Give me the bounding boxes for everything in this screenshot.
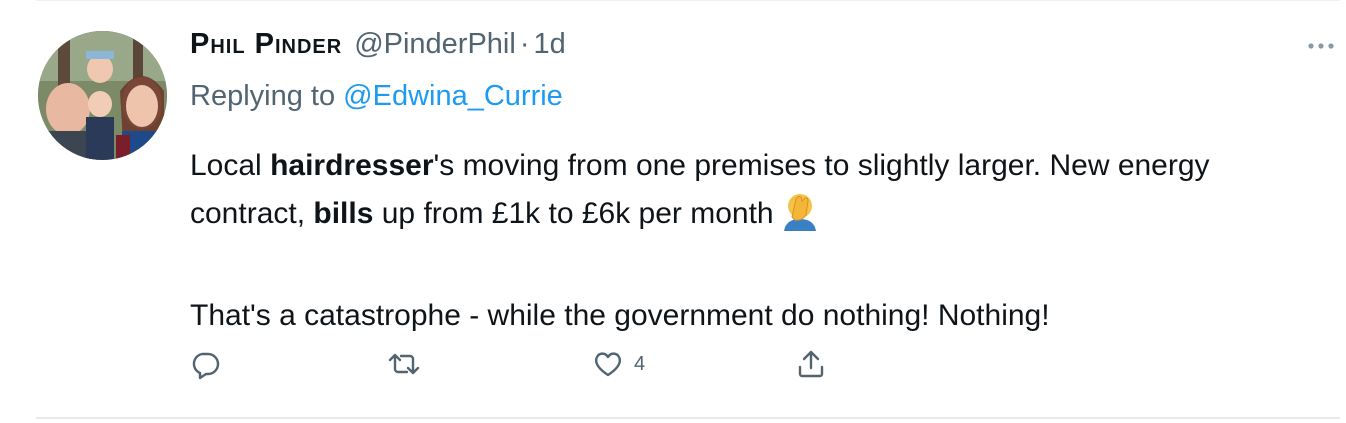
reply-mention-link[interactable]: @Edwina_Currie bbox=[343, 80, 563, 112]
tweet-text: Local hairdresser's moving from one prem… bbox=[190, 142, 1310, 339]
like-count: 4 bbox=[634, 352, 646, 375]
separator-dot: · bbox=[519, 28, 530, 60]
share-icon bbox=[798, 350, 824, 378]
bottom-divider bbox=[36, 417, 1340, 419]
author-name[interactable]: Phil Pinder bbox=[190, 28, 342, 61]
tweet-actions: 4 bbox=[0, 348, 1346, 388]
more-dots-icon[interactable] bbox=[1306, 36, 1336, 56]
heart-icon bbox=[594, 352, 622, 377]
like-button[interactable]: 4 bbox=[592, 348, 645, 380]
tweet-header: Phil Pinder @PinderPhil · 1d bbox=[190, 28, 566, 68]
tweet-paragraph-1: Local hairdresser's moving from one prem… bbox=[190, 142, 1310, 245]
retweet-icon bbox=[388, 353, 420, 375]
reply-button[interactable] bbox=[189, 348, 221, 380]
top-divider bbox=[36, 0, 1340, 1]
replying-to-line: Replying to @Edwina_Currie bbox=[190, 80, 563, 113]
bold-bills: bills bbox=[313, 197, 374, 230]
avatar[interactable] bbox=[38, 31, 167, 160]
bold-hairdresser: hairdresser bbox=[270, 149, 434, 182]
replying-prefix: Replying to bbox=[190, 80, 336, 112]
tweet-paragraph-2: That's a catastrophe - while the governm… bbox=[190, 299, 1050, 332]
retweet-button[interactable] bbox=[388, 348, 420, 380]
reply-icon bbox=[192, 352, 220, 380]
timestamp[interactable]: 1d bbox=[533, 28, 565, 61]
share-button[interactable] bbox=[795, 348, 827, 380]
author-handle[interactable]: @PinderPhil bbox=[354, 28, 516, 61]
avatar-photo bbox=[38, 31, 167, 160]
text-run: up from £1k to £6k per month bbox=[373, 197, 774, 230]
text-run: Local bbox=[190, 149, 271, 182]
person-facepalming-emoji bbox=[780, 189, 820, 245]
